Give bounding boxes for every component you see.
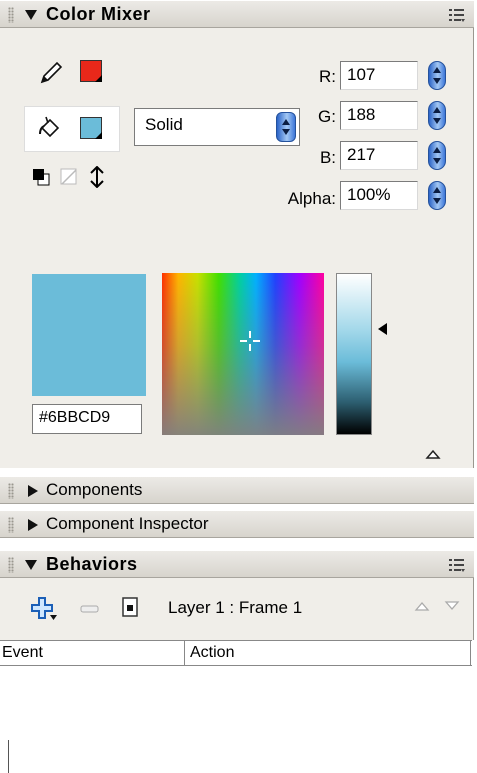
- panel-title: Color Mixer: [46, 4, 151, 24]
- brightness-slider[interactable]: [336, 273, 372, 435]
- document-icon: [122, 597, 138, 617]
- component-inspector-header[interactable]: Component Inspector: [0, 510, 474, 538]
- swap-colors-icon[interactable]: [88, 166, 106, 188]
- behaviors-header[interactable]: Behaviors: [0, 550, 474, 578]
- options-menu-icon[interactable]: [448, 557, 466, 573]
- collapse-triangle-icon[interactable]: [25, 10, 37, 20]
- color-preview: [32, 274, 146, 396]
- column-divider: [470, 641, 471, 666]
- g-input[interactable]: 188: [340, 101, 418, 130]
- collapse-up-icon[interactable]: [425, 448, 441, 460]
- behavior-target-label: Layer 1 : Frame 1: [168, 598, 303, 617]
- paint-bucket-icon: [39, 116, 60, 138]
- pencil-icon: [40, 61, 63, 84]
- panel-title: Components: [46, 480, 143, 499]
- expand-triangle-icon[interactable]: [28, 519, 38, 531]
- g-spinner[interactable]: [428, 101, 446, 130]
- crosshair-icon: [240, 331, 260, 351]
- panel-title: Component Inspector: [46, 514, 209, 533]
- collapse-triangle-icon[interactable]: [25, 560, 37, 570]
- b-label: B:: [319, 148, 336, 167]
- fill-type-value: Solid: [145, 115, 183, 134]
- hex-input[interactable]: #6BBCD9: [32, 404, 142, 434]
- add-behavior-icon[interactable]: [30, 596, 58, 622]
- gripper-icon[interactable]: [8, 517, 14, 533]
- behaviors-table-header: Event Action: [0, 640, 472, 666]
- color-spectrum[interactable]: [162, 273, 324, 435]
- alpha-input[interactable]: 100%: [340, 181, 418, 210]
- g-label: G:: [318, 107, 336, 126]
- move-up-icon[interactable]: [414, 600, 430, 612]
- fill-type-select[interactable]: Solid: [134, 108, 300, 146]
- move-down-icon[interactable]: [444, 600, 460, 612]
- color-mixer-header[interactable]: Color Mixer: [0, 0, 474, 28]
- no-color-icon[interactable]: [60, 168, 78, 186]
- gripper-icon[interactable]: [8, 557, 14, 573]
- gripper-icon[interactable]: [8, 7, 14, 23]
- delete-behavior-icon[interactable]: [80, 603, 100, 615]
- list-edge: [8, 740, 9, 773]
- options-menu-icon[interactable]: [448, 7, 466, 23]
- behaviors-list[interactable]: [0, 666, 472, 773]
- expand-triangle-icon[interactable]: [28, 485, 38, 497]
- column-divider[interactable]: [184, 641, 185, 666]
- select-spinner-icon[interactable]: [276, 112, 296, 142]
- column-header-event[interactable]: Event: [2, 644, 43, 662]
- column-header-action[interactable]: Action: [190, 644, 234, 662]
- r-spinner[interactable]: [428, 61, 446, 90]
- b-spinner[interactable]: [428, 141, 446, 170]
- gripper-icon[interactable]: [8, 483, 14, 499]
- panel-title: Behaviors: [46, 554, 138, 574]
- brightness-pointer-icon[interactable]: [376, 322, 388, 336]
- r-input[interactable]: 107: [340, 61, 418, 90]
- components-header[interactable]: Components: [0, 476, 474, 504]
- fill-color-swatch[interactable]: [80, 117, 102, 139]
- alpha-label: Alpha:: [287, 189, 336, 208]
- stroke-color-swatch[interactable]: [80, 60, 102, 82]
- r-label: R:: [319, 67, 336, 86]
- black-white-icon[interactable]: [32, 168, 50, 186]
- b-input[interactable]: 217: [340, 141, 418, 170]
- alpha-spinner[interactable]: [428, 181, 446, 210]
